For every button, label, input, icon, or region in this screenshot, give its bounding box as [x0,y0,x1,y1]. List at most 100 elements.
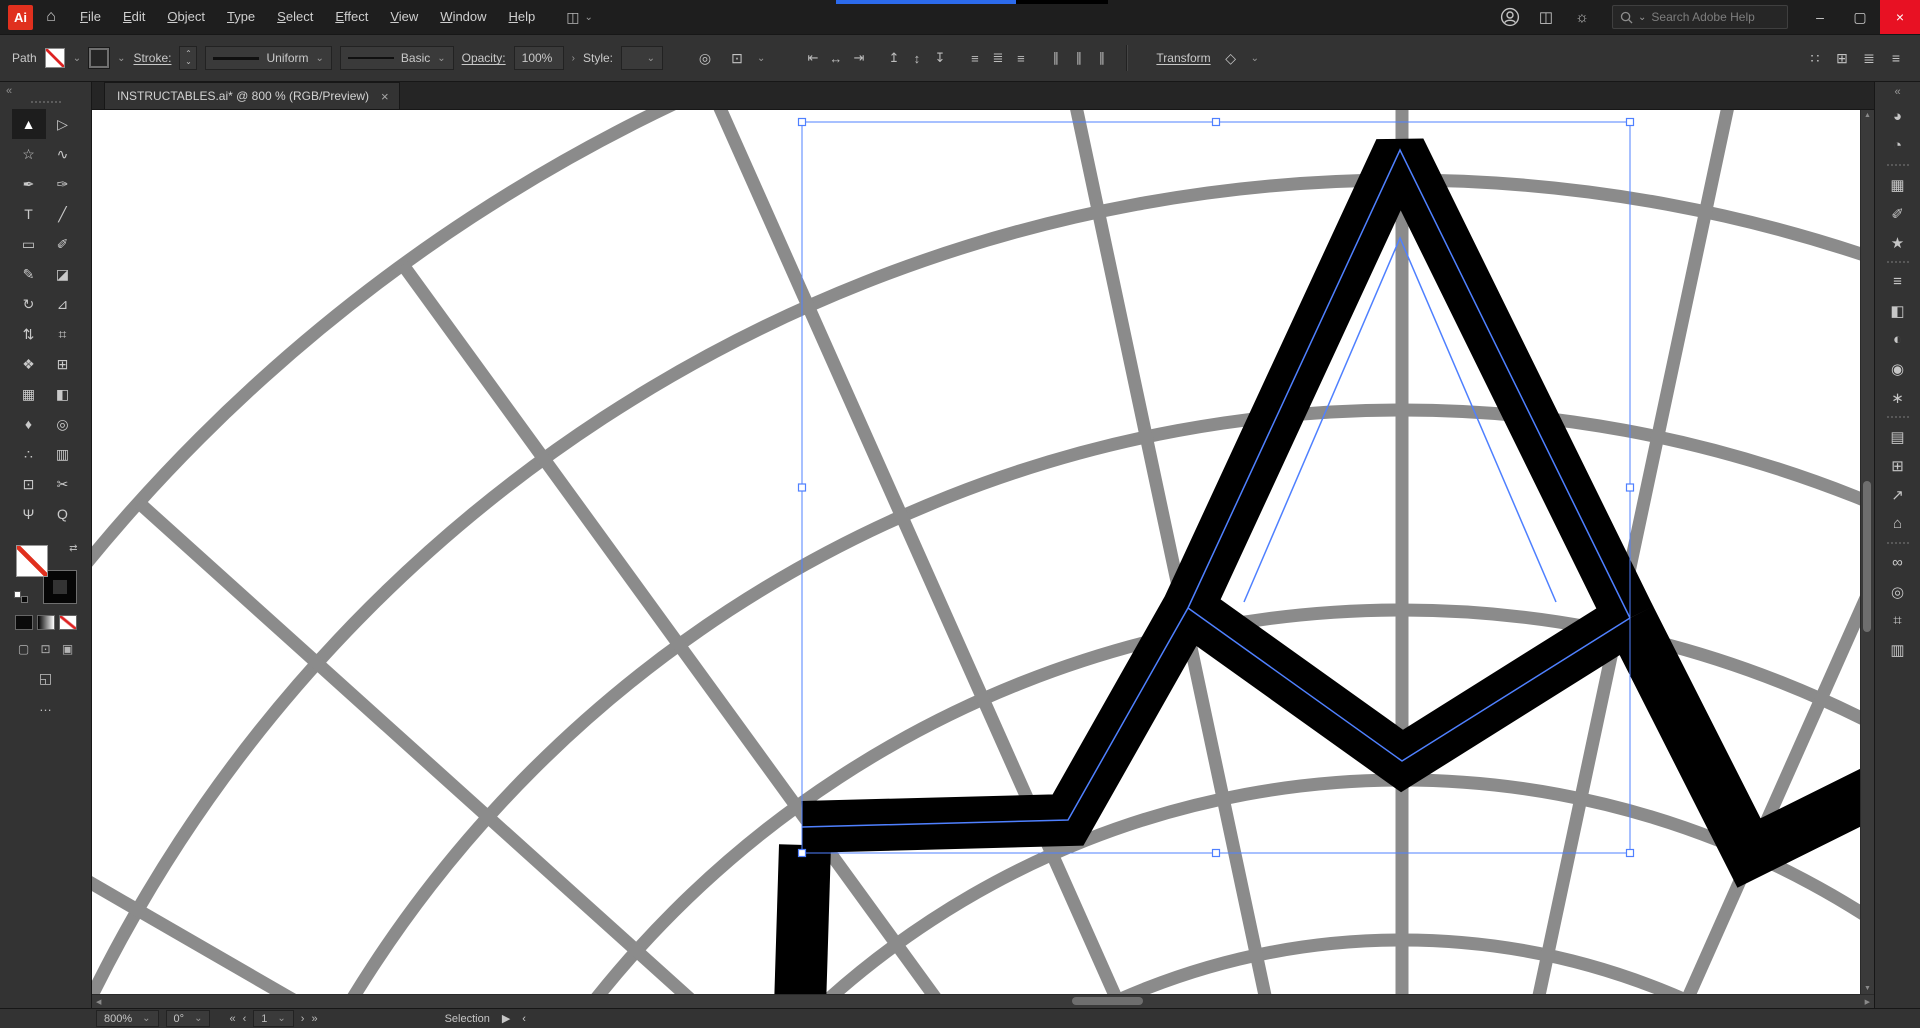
collapse-dock-icon[interactable]: « [6,85,12,97]
symbols-panel-icon[interactable]: ★ [1881,228,1915,257]
distribute-left-icon[interactable]: ∥ [1044,47,1067,69]
swatches-panel-icon[interactable]: ▦ [1881,170,1915,199]
eyedropper-tool[interactable]: ♦ [12,409,46,439]
lightbulb-icon[interactable]: ☼ [1564,0,1600,34]
graphic-styles-panel-icon[interactable]: ∗ [1881,383,1915,412]
horizontal-scrollbar[interactable]: ◀ ▶ [92,994,1874,1008]
gradient-panel-icon[interactable]: ◧ [1881,296,1915,325]
width-tool[interactable]: ⇅ [12,319,46,349]
close-button[interactable]: × [1880,0,1920,34]
stroke-color-swatch[interactable] [42,570,77,604]
layers-panel-icon[interactable]: ▤ [1881,422,1915,451]
artboard-number-select[interactable]: 1 ⌄ [253,1010,294,1027]
brush-definition-select[interactable]: Basic ⌄ [339,46,454,70]
rotation-select[interactable]: 0° ⌄ [165,1010,211,1027]
panel-layout-icon[interactable]: ⊞ [1830,46,1854,70]
paintbrush-tool[interactable]: ✐ [46,229,80,259]
account-icon[interactable] [1492,0,1528,34]
home-icon[interactable]: ⌂ [33,8,69,26]
chevron-down-icon[interactable]: ⌄ [757,53,765,64]
gradient-tool[interactable]: ◧ [46,379,80,409]
stroke-panel-icon[interactable]: ≡ [1881,267,1915,296]
pencil-tool[interactable]: ✎ [12,259,46,289]
lasso-tool[interactable]: ∿ [46,139,80,169]
rotate-tool[interactable]: ↻ [12,289,46,319]
align-panel-icon[interactable]: ▥ [1881,635,1915,664]
horizontal-scroll-thumb[interactable] [1072,997,1144,1005]
swap-fill-stroke-icon[interactable]: ⇄ [69,543,77,554]
horizontal-align-center-icon[interactable]: ↔ [824,47,847,69]
stroke-weight-stepper[interactable]: ⌃ ⌄ [179,46,198,70]
artwork[interactable] [92,110,1860,994]
chevron-right-icon[interactable]: › [572,53,575,64]
menu-effect[interactable]: Effect [324,0,379,34]
expand-panels-icon[interactable]: « [1894,86,1900,98]
transform-label[interactable]: Transform [1156,51,1210,65]
blend-tool[interactable]: ◎ [46,409,80,439]
libraries-panel-icon[interactable]: ⌂ [1881,509,1915,538]
perspective-grid-tool[interactable]: ⊞ [46,349,80,379]
color-guide-panel-icon[interactable]: ◔ [1881,131,1915,160]
horizontal-align-left-icon[interactable]: ⇤ [801,47,824,69]
brushes-panel-icon[interactable]: ✐ [1881,199,1915,228]
shape-options-icon[interactable]: ◇ [1219,46,1243,70]
workspace-switcher[interactable]: ◫ ⌄ [566,9,593,26]
zoom-tool[interactable]: Q [46,499,80,529]
minimize-button[interactable]: – [1800,0,1840,34]
back-icon[interactable]: ‹ [522,1013,526,1025]
distribute-center-icon[interactable]: ≣ [986,47,1009,69]
first-artboard-icon[interactable]: « [229,1013,235,1025]
thumbnail-grid-icon[interactable]: ∷ [1803,46,1827,70]
column-graph-tool[interactable]: ▥ [46,439,80,469]
vertical-align-bottom-icon[interactable]: ↧ [928,47,951,69]
vertical-scroll-thumb[interactable] [1863,481,1871,632]
line-segment-tool[interactable]: ╱ [46,199,80,229]
opacity-input[interactable]: 100% [513,46,564,70]
last-artboard-icon[interactable]: » [311,1013,317,1025]
scroll-up-icon[interactable]: ▲ [1864,112,1871,119]
rectangle-tool[interactable]: ▭ [12,229,46,259]
shape-builder-tool[interactable]: ❖ [12,349,46,379]
gradient-button[interactable] [36,615,55,630]
mesh-tool[interactable]: ▦ [12,379,46,409]
direct-selection-tool[interactable]: ▷ [46,109,80,139]
hand-tool[interactable]: Ψ [12,499,46,529]
scroll-down-icon[interactable]: ▼ [1864,985,1871,992]
type-tool[interactable]: T [12,199,46,229]
fill-swatch[interactable] [44,48,65,68]
screen-mode-button[interactable]: ◱ [39,670,52,687]
eraser-tool[interactable]: ◪ [46,259,80,289]
search-input[interactable] [1651,10,1780,24]
artboards-panel-icon[interactable]: ⊞ [1881,451,1915,480]
pathfinder-panel-icon[interactable]: ⌗ [1881,606,1915,635]
variable-width-profile-select[interactable]: Uniform ⌄ [205,46,332,70]
pen-tool[interactable]: ✒ [12,169,46,199]
recolor-artwork-icon[interactable]: ◎ [693,46,717,70]
scroll-left-icon[interactable]: ◀ [96,998,101,1006]
style-select[interactable]: ⌄ [621,46,663,70]
selection-tool[interactable]: ▲ [11,109,46,139]
draw-normal-mode[interactable]: ▢ [14,642,33,656]
menu-help[interactable]: Help [498,0,547,34]
symbol-sprayer-tool[interactable]: ∴ [12,439,46,469]
chevron-down-icon[interactable]: ⌄ [117,53,125,64]
artboard-canvas[interactable] [92,110,1860,994]
fill-color-swatch[interactable] [15,545,48,577]
distribute-center-h-icon[interactable]: ∥ [1067,47,1090,69]
stroke-label[interactable]: Stroke: [133,51,171,65]
play-icon[interactable]: ▶ [502,1012,510,1025]
slice-tool[interactable]: ✂ [46,469,80,499]
opacity-label[interactable]: Opacity: [462,51,506,65]
menu-edit[interactable]: Edit [112,0,156,34]
draw-behind-mode[interactable]: ⊡ [36,642,55,656]
magic-wand-tool[interactable]: ☆ [12,139,46,169]
distribute-right-icon[interactable]: ∥ [1090,47,1113,69]
maximize-button[interactable]: ▢ [1840,0,1880,34]
transparency-panel-icon[interactable]: ◐ [1881,325,1915,354]
distribute-bottom-icon[interactable]: ≡ [1009,47,1032,69]
default-fill-stroke-icon[interactable] [13,591,28,603]
panel-grip[interactable] [30,101,61,103]
horizontal-align-right-icon[interactable]: ⇥ [847,47,870,69]
vertical-scrollbar[interactable]: ▲ ▼ [1860,110,1874,994]
draw-inside-mode[interactable]: ▣ [58,642,77,656]
